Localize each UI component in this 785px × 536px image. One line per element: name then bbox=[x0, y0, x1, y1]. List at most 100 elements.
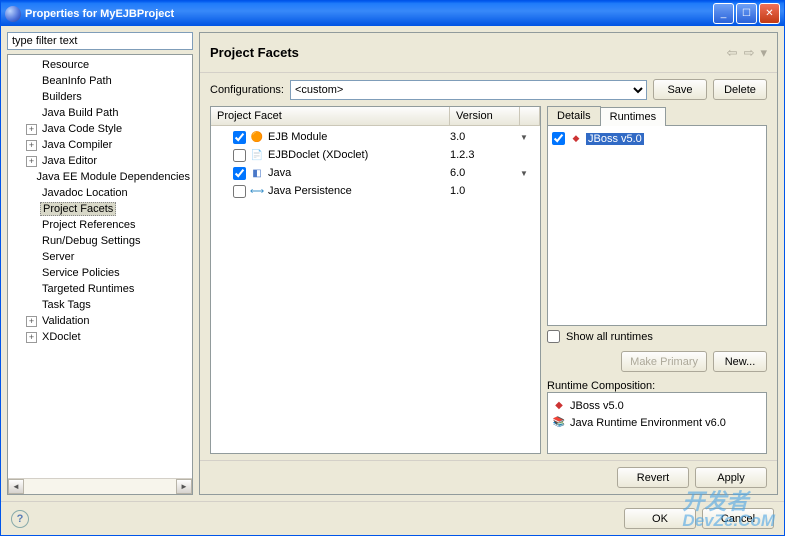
horizontal-scrollbar[interactable]: ◄ ► bbox=[8, 478, 192, 494]
version-dropdown-icon[interactable]: ▼ bbox=[520, 133, 540, 142]
facet-name: EJB Module bbox=[268, 131, 450, 143]
facet-checkbox[interactable] bbox=[233, 149, 246, 162]
tree-item-label: Task Tags bbox=[40, 299, 93, 311]
help-icon[interactable]: ? bbox=[11, 510, 29, 528]
tree-item-java-ee-module-dependencies[interactable]: Java EE Module Dependencies bbox=[8, 169, 192, 185]
facet-table-header: Project Facet Version bbox=[211, 107, 540, 126]
expand-icon bbox=[26, 268, 37, 279]
make-primary-button[interactable]: Make Primary bbox=[621, 351, 707, 372]
expand-icon bbox=[26, 204, 37, 215]
composition-name: Java Runtime Environment v6.0 bbox=[570, 417, 726, 429]
facet-name: Java Persistence bbox=[268, 185, 450, 197]
facet-row[interactable]: ⟷Java Persistence1.0 bbox=[211, 182, 540, 200]
ok-button[interactable]: OK bbox=[624, 508, 696, 529]
tree-item-label: Builders bbox=[40, 91, 84, 103]
facet-version: 3.0 bbox=[450, 131, 520, 143]
tree-item-task-tags[interactable]: Task Tags bbox=[8, 297, 192, 313]
dialog-footer: ? OK Cancel bbox=[1, 501, 784, 535]
expand-icon bbox=[26, 92, 37, 103]
col-dropdown bbox=[520, 107, 540, 125]
expand-icon bbox=[26, 172, 32, 183]
version-dropdown-icon[interactable]: ▼ bbox=[520, 169, 540, 178]
revert-button[interactable]: Revert bbox=[617, 467, 689, 488]
tree-item-java-code-style[interactable]: +Java Code Style bbox=[8, 121, 192, 137]
tree-item-label: Project References bbox=[40, 219, 138, 231]
expand-icon bbox=[26, 188, 37, 199]
expand-icon bbox=[26, 236, 37, 247]
tree-item-builders[interactable]: Builders bbox=[8, 89, 192, 105]
scroll-right-button[interactable]: ► bbox=[176, 479, 192, 494]
tree-item-project-references[interactable]: Project References bbox=[8, 217, 192, 233]
apply-button[interactable]: Apply bbox=[695, 467, 767, 488]
tree-item-server[interactable]: Server bbox=[8, 249, 192, 265]
expand-icon[interactable]: + bbox=[26, 332, 37, 343]
category-tree[interactable]: ResourceBeanInfo Path Builders Java Build … bbox=[7, 54, 193, 495]
jboss-icon: ◆ bbox=[552, 399, 566, 413]
filter-input[interactable] bbox=[7, 32, 193, 50]
tree-item-beaninfo-path[interactable]: BeanInfo Path bbox=[8, 73, 192, 89]
facet-row[interactable]: 🟠EJB Module3.0▼ bbox=[211, 128, 540, 146]
facet-version: 1.0 bbox=[450, 185, 520, 197]
expand-icon bbox=[26, 108, 37, 119]
minimize-button[interactable]: _ bbox=[713, 3, 734, 24]
tree-item-javadoc-location[interactable]: Javadoc Location bbox=[8, 185, 192, 201]
tree-item-label: Java Compiler bbox=[40, 139, 114, 151]
configurations-select[interactable]: <custom> bbox=[290, 80, 647, 100]
tree-item-label: Java Editor bbox=[40, 155, 99, 167]
tree-item-run-debug-settings[interactable]: Run/Debug Settings bbox=[8, 233, 192, 249]
runtimes-tabs: Details Runtimes bbox=[547, 106, 767, 125]
show-all-runtimes-checkbox[interactable] bbox=[547, 330, 560, 343]
facet-row[interactable]: ◧Java6.0▼ bbox=[211, 164, 540, 182]
runtime-name: JBoss v5.0 bbox=[586, 133, 644, 145]
properties-dialog: Properties for MyEJBProject _ ☐ ✕ Resour… bbox=[0, 0, 785, 536]
nav-back-icon[interactable]: ⇦ bbox=[727, 45, 738, 61]
tree-item-java-compiler[interactable]: +Java Compiler bbox=[8, 137, 192, 153]
tree-item-label: Service Policies bbox=[40, 267, 122, 279]
jboss-icon: ◆ bbox=[569, 132, 583, 146]
doc-icon: 📄 bbox=[250, 148, 264, 162]
tree-item-label: Java EE Module Dependencies bbox=[35, 171, 192, 183]
composition-name: JBoss v5.0 bbox=[570, 400, 624, 412]
tab-details[interactable]: Details bbox=[547, 106, 601, 125]
composition-row: ◆ JBoss v5.0 bbox=[552, 397, 762, 414]
cancel-button[interactable]: Cancel bbox=[702, 508, 774, 529]
scroll-track[interactable] bbox=[24, 479, 176, 494]
col-version[interactable]: Version bbox=[450, 107, 520, 125]
java-icon: ◧ bbox=[250, 166, 264, 180]
tree-item-project-facets[interactable]: Project Facets bbox=[8, 201, 192, 217]
facet-checkbox[interactable] bbox=[233, 167, 246, 180]
expand-icon[interactable]: + bbox=[26, 140, 37, 151]
runtimes-list[interactable]: ◆JBoss v5.0 bbox=[547, 125, 767, 326]
col-project-facet[interactable]: Project Facet bbox=[211, 107, 450, 125]
save-button[interactable]: Save bbox=[653, 79, 707, 100]
maximize-button[interactable]: ☐ bbox=[736, 3, 757, 24]
show-all-runtimes-label: Show all runtimes bbox=[566, 331, 653, 343]
expand-icon[interactable]: + bbox=[26, 156, 37, 167]
jre-icon: 📚 bbox=[552, 416, 566, 430]
tab-runtimes[interactable]: Runtimes bbox=[600, 107, 666, 126]
tree-item-java-editor[interactable]: +Java Editor bbox=[8, 153, 192, 169]
facet-row[interactable]: 📄EJBDoclet (XDoclet)1.2.3 bbox=[211, 146, 540, 164]
nav-fwd-icon[interactable]: ⇨ bbox=[744, 45, 755, 61]
window-title: Properties for MyEJBProject bbox=[25, 8, 711, 20]
tree-item-java-build-path[interactable]: Java Build Path bbox=[8, 105, 192, 121]
runtime-row[interactable]: ◆JBoss v5.0 bbox=[552, 130, 762, 147]
expand-icon bbox=[26, 252, 37, 263]
tree-item-targeted-runtimes[interactable]: Targeted Runtimes bbox=[8, 281, 192, 297]
scroll-left-button[interactable]: ◄ bbox=[8, 479, 24, 494]
expand-icon[interactable]: + bbox=[26, 124, 37, 135]
facet-checkbox[interactable] bbox=[233, 185, 246, 198]
expand-icon[interactable]: + bbox=[26, 316, 37, 327]
facet-name: EJBDoclet (XDoclet) bbox=[268, 149, 450, 161]
tree-item-validation[interactable]: +Validation bbox=[8, 313, 192, 329]
delete-button[interactable]: Delete bbox=[713, 79, 767, 100]
nav-dd-icon[interactable]: ▾ bbox=[760, 45, 767, 61]
tree-item-service-policies[interactable]: Service Policies bbox=[8, 265, 192, 281]
page-title: Project Facets bbox=[210, 45, 721, 60]
new-runtime-button[interactable]: New... bbox=[713, 351, 767, 372]
runtime-checkbox[interactable] bbox=[552, 132, 565, 145]
facet-checkbox[interactable] bbox=[233, 131, 246, 144]
close-button[interactable]: ✕ bbox=[759, 3, 780, 24]
tree-item-resource[interactable]: Resource bbox=[8, 57, 192, 73]
tree-item-xdoclet[interactable]: +XDoclet bbox=[8, 329, 192, 345]
